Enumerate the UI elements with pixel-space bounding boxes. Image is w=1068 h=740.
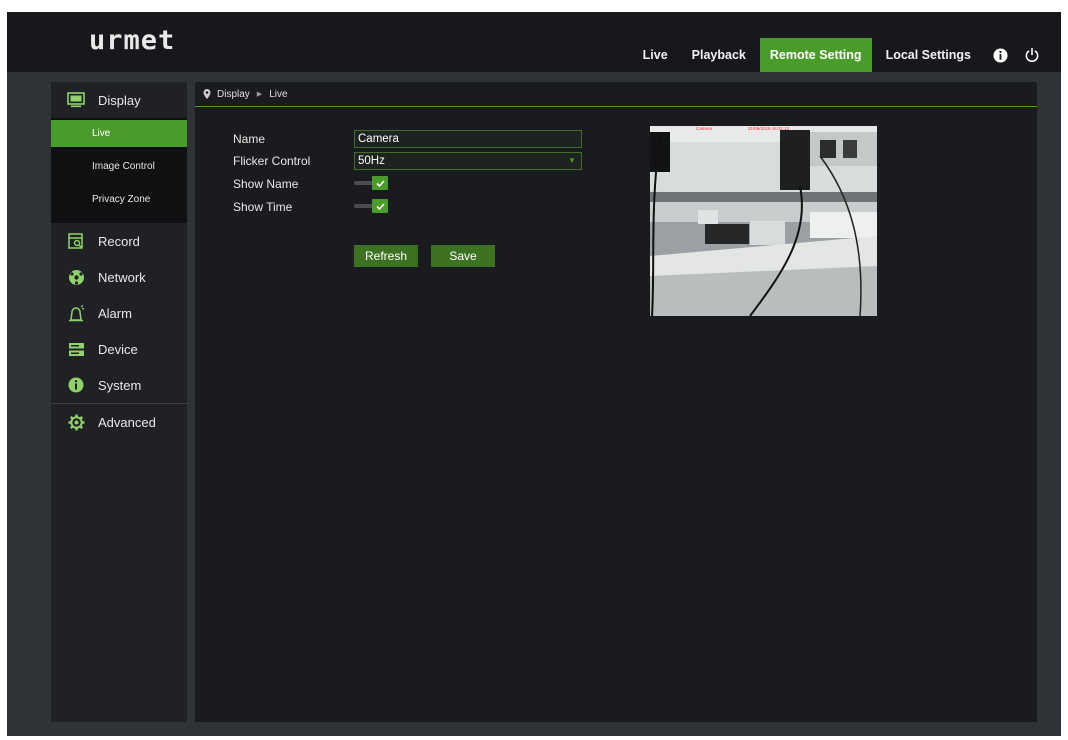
sidebar-item-label: Network — [98, 269, 146, 285]
app-frame: urmet Live Playback Remote Setting Local… — [7, 12, 1061, 736]
breadcrumb-level1[interactable]: Display — [217, 89, 250, 100]
sidebar-subitem-privacy-zone[interactable]: Privacy Zone — [51, 186, 187, 213]
sidebar-item-advanced[interactable]: Advanced — [51, 404, 187, 440]
camera-preview-image — [650, 126, 877, 316]
name-label: Name — [233, 132, 266, 146]
location-pin-icon — [203, 89, 211, 99]
top-nav: Live Playback Remote Setting Local Setti… — [629, 38, 1045, 72]
checkmark-icon — [372, 176, 388, 190]
osd-camera-name: Camera — [696, 126, 713, 131]
alarm-icon — [63, 304, 89, 322]
sidebar-item-label: Alarm — [98, 305, 132, 321]
flicker-control-label: Flicker Control — [233, 154, 311, 168]
show-name-label: Show Name — [233, 177, 299, 191]
network-icon — [63, 269, 89, 286]
name-input[interactable]: Camera — [354, 130, 582, 148]
advanced-icon — [63, 414, 89, 431]
flicker-control-value: 50Hz — [358, 155, 385, 167]
sidebar-item-label: Record — [98, 233, 140, 249]
show-time-toggle[interactable] — [354, 199, 392, 213]
nav-live[interactable]: Live — [633, 38, 678, 72]
sidebar-subitem-live[interactable]: Live — [51, 120, 187, 147]
breadcrumb-arrow-icon: ▶ — [256, 91, 263, 98]
show-time-label: Show Time — [233, 200, 293, 214]
sidebar-item-label: Display — [98, 92, 141, 108]
sidebar-subitem-image-control[interactable]: Image Control — [51, 153, 187, 180]
display-submenu: Live Image Control Privacy Zone — [51, 118, 187, 223]
sidebar-item-alarm[interactable]: Alarm — [51, 295, 187, 331]
refresh-button[interactable]: Refresh — [354, 245, 418, 267]
main-panel: Display ▶ Live Name Camera Flicker Contr… — [195, 82, 1037, 722]
sidebar: Display Live Image Control Privacy Zone … — [51, 82, 187, 722]
osd-timestamp: 21/06/2016 16:21:12 — [748, 126, 790, 131]
chevron-down-icon: ▼ — [568, 156, 576, 165]
system-icon — [63, 377, 89, 393]
brand-logo: urmet — [89, 25, 176, 56]
show-name-toggle[interactable] — [354, 176, 392, 190]
sidebar-item-label: Advanced — [98, 414, 156, 430]
nav-remote-setting[interactable]: Remote Setting — [759, 38, 872, 72]
top-bar: urmet Live Playback Remote Setting Local… — [7, 12, 1061, 72]
sidebar-item-record[interactable]: Record — [51, 223, 187, 259]
camera-preview: Camera 21/06/2016 16:21:12 — [650, 126, 877, 316]
nav-playback[interactable]: Playback — [682, 38, 756, 72]
sidebar-item-display[interactable]: Display — [51, 82, 187, 118]
record-icon — [63, 233, 89, 249]
breadcrumb: Display ▶ Live — [195, 82, 1037, 107]
display-icon — [63, 92, 89, 108]
power-icon[interactable] — [1019, 38, 1045, 72]
sidebar-item-network[interactable]: Network — [51, 259, 187, 295]
checkmark-icon — [372, 199, 388, 213]
breadcrumb-level2: Live — [269, 88, 288, 100]
nav-local-settings[interactable]: Local Settings — [876, 38, 981, 72]
sidebar-item-label: Device — [98, 341, 138, 357]
flicker-control-select[interactable]: 50Hz ▼ — [354, 152, 582, 170]
info-icon[interactable] — [987, 38, 1013, 72]
sidebar-item-label: System — [98, 377, 142, 393]
sidebar-item-system[interactable]: System — [51, 367, 187, 403]
sidebar-item-device[interactable]: Device — [51, 331, 187, 367]
save-button[interactable]: Save — [431, 245, 495, 267]
device-icon — [63, 342, 89, 357]
